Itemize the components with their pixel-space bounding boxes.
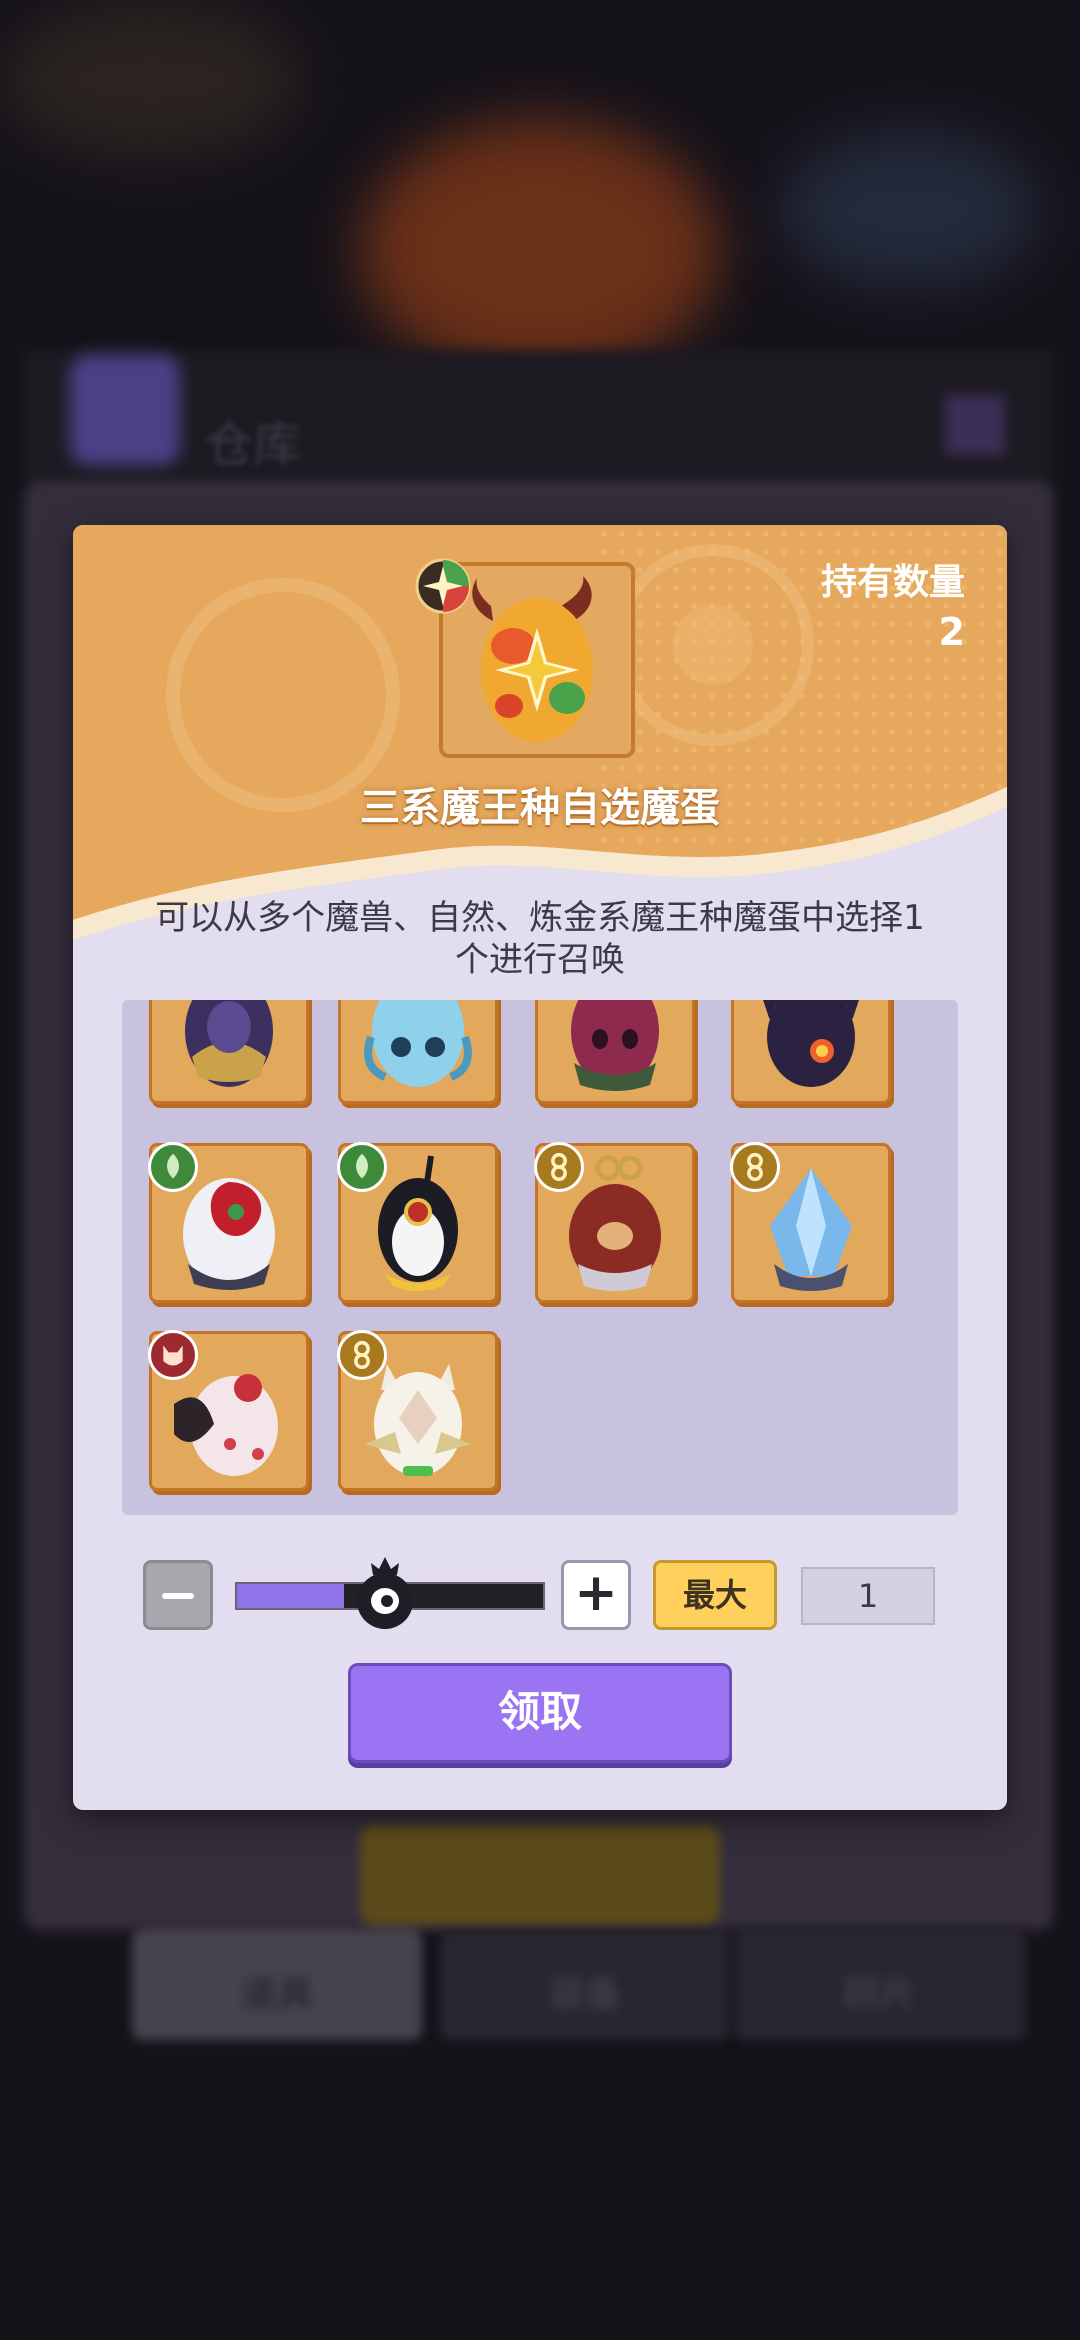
owned-quantity-value: 2: [938, 610, 965, 654]
background-header-icon: [70, 355, 180, 465]
alchemy-element-badge-icon: [534, 1142, 584, 1192]
egg-option-tile[interactable]: [731, 1000, 891, 1104]
item-icon-frame: [415, 558, 635, 758]
ice-skull-egg-icon: [364, 1000, 472, 1087]
egg-option-tile[interactable]: [148, 1330, 309, 1491]
background-button: [360, 1825, 720, 1925]
claim-button[interactable]: 领取: [348, 1663, 732, 1763]
crimson-mask-egg-icon: [571, 1000, 659, 1091]
background-tab-label: 装备: [548, 1974, 621, 2015]
background-tab-label: 碎片: [843, 1974, 916, 2015]
background-tab: 道具: [132, 1930, 422, 2040]
increase-quantity-button[interactable]: +: [561, 1560, 631, 1630]
background-tabs: 道具 装备 碎片: [0, 1930, 1080, 2050]
egg-option-tile[interactable]: [338, 1000, 498, 1104]
background-bottom-bar: [0, 2100, 1080, 2340]
max-quantity-button[interactable]: 最大: [653, 1560, 777, 1630]
background-shape: [0, 0, 300, 160]
egg-option-tile[interactable]: [730, 1142, 891, 1303]
background-close-icon: [945, 395, 1005, 455]
background-header-title: 仓库: [205, 417, 302, 473]
item-title: 三系魔王种自选魔蛋: [360, 785, 720, 831]
nature-element-badge-icon: [148, 1142, 198, 1192]
egg-option-tile[interactable]: [534, 1142, 695, 1303]
quantity-slider-fill: [237, 1584, 345, 1608]
item-use-dialog: 持有数量 2 三系魔王种自选魔蛋 可以从多个魔兽、自然、炼金系魔王种魔蛋中选择1…: [73, 525, 1007, 1810]
background-shape: [780, 130, 1040, 290]
quantity-input[interactable]: 1: [801, 1567, 935, 1625]
alchemy-element-badge-icon: [337, 1330, 387, 1380]
alchemy-element-badge-icon: [730, 1142, 780, 1192]
egg-option-tile[interactable]: [149, 1000, 309, 1104]
nature-element-badge-icon: [337, 1142, 387, 1192]
dialog-header: 持有数量 2 三系魔王种自选魔蛋: [73, 525, 1007, 955]
background-tab: 碎片: [735, 1930, 1025, 2040]
owned-quantity-label: 持有数量: [820, 562, 965, 603]
decrease-quantity-button[interactable]: [143, 1560, 213, 1630]
egg-option-tile[interactable]: [535, 1000, 695, 1104]
background-tab: 装备: [440, 1930, 730, 2040]
background-tab-label: 道具: [240, 1974, 313, 2015]
beast-element-badge-icon: [148, 1330, 198, 1380]
item-description: 可以从多个魔兽、自然、炼金系魔王种魔蛋中选择1个进行召唤: [155, 898, 925, 980]
egg-option-tile[interactable]: [337, 1142, 498, 1303]
dark-knight-egg-icon: [185, 1000, 273, 1087]
background-glow: [360, 120, 720, 380]
egg-option-tile[interactable]: [148, 1142, 309, 1303]
egg-selection-grid: [122, 1000, 958, 1515]
rainbow-element-badge-icon: [415, 558, 471, 614]
egg-option-tile[interactable]: [337, 1330, 498, 1491]
shadow-flame-egg-icon: [763, 1000, 859, 1087]
slider-handle-eye-icon[interactable]: [353, 1553, 417, 1633]
